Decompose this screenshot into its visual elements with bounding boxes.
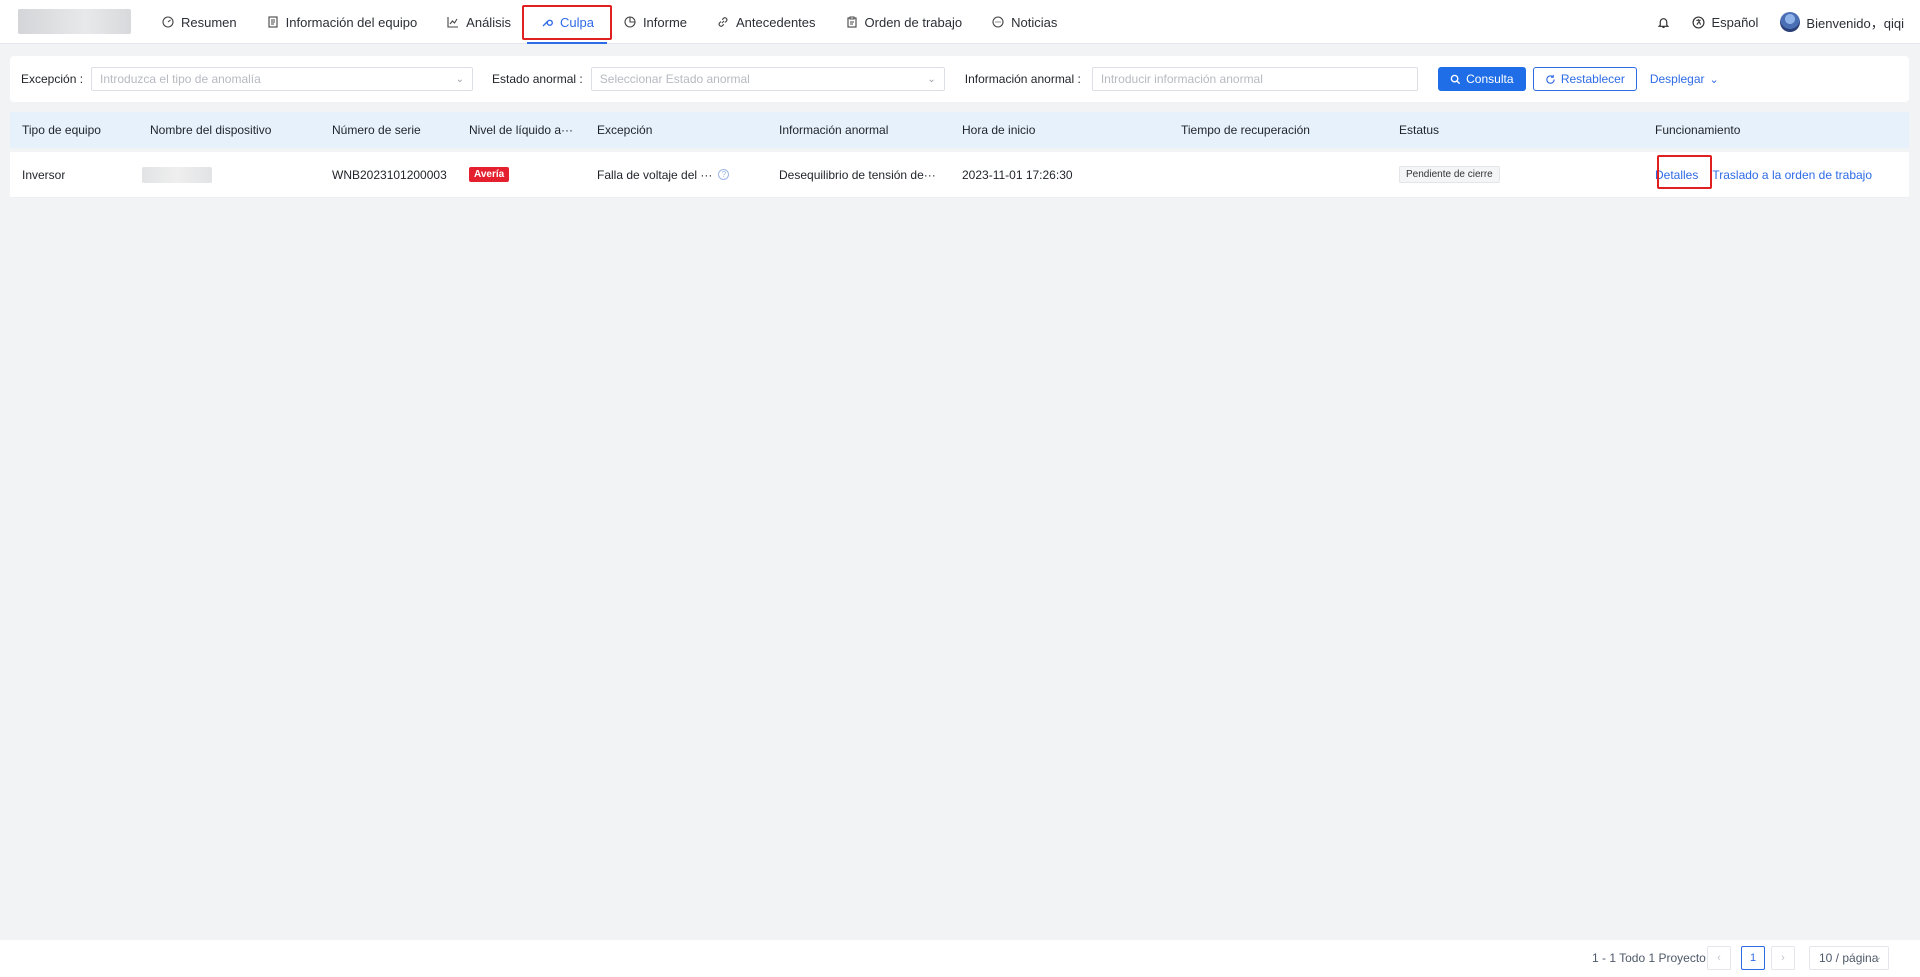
fault-level-badge: Avería [469,167,510,182]
state-select[interactable]: Seleccionar Estado anormal ⌄ [590,67,945,91]
chevron-down-icon: ⌄ [927,74,936,85]
table-header: Tipo de equipo Nombre del dispositivo Nú… [10,112,1909,148]
transfer-to-work-order-link[interactable]: Traslado a la orden de trabajo [1712,168,1872,182]
refresh-icon [1546,74,1555,84]
state-filter-label: Estado anormal : [492,72,583,86]
exception-filter-label: Excepción : [21,72,84,86]
bell-icon [1658,17,1670,28]
clipboard-icon [845,15,859,29]
document-icon [266,15,280,29]
language-label: Español [1711,14,1759,30]
chevron-down-icon: ⌄ [1873,952,1882,963]
header-serial-number[interactable]: Número de serie [332,112,421,148]
top-navigation-bar: Resumen Información del equipo Análisis … [0,0,1920,44]
reset-button[interactable]: Restablecer [1532,67,1637,91]
chevron-down-icon: ⌄ [1709,73,1719,86]
query-button[interactable]: Consulta [1437,67,1526,91]
page-size-select[interactable]: 10 / página ⌄ [1809,946,1889,970]
highlight-box [521,5,612,40]
language-icon [1692,15,1705,29]
filter-bar: Excepción : Introduzca el tipo de anomal… [10,56,1909,102]
message-icon [991,15,1005,29]
expand-button-label: Desplegar [1649,72,1705,86]
pagination-total: 1 - 1 Todo 1 Proyecto [1592,951,1706,965]
header-abnormal-info[interactable]: Información anormal [779,112,888,148]
header-start-time[interactable]: Hora de inicio [962,112,1035,148]
nav-item-noticias[interactable]: Noticias [978,0,1070,44]
page-size-label: 10 / página [1819,951,1879,965]
avatar [1780,12,1801,32]
pie-chart-icon [623,15,637,29]
cell-level: Avería [469,152,510,197]
chevron-left-icon: ‹ [1717,952,1721,964]
chevron-right-icon: › [1781,952,1785,964]
nav-item-orden-trabajo[interactable]: Orden de trabajo [832,0,976,44]
top-right-actions: Español Bienvenido，qiqi [1657,0,1904,44]
language-selector[interactable]: Español [1692,15,1758,30]
header-device-name[interactable]: Nombre del dispositivo [150,112,271,148]
nav-item-label: Antecedentes [736,14,816,30]
table-row[interactable]: Inversor WNB2023101200003 Avería Falla d… [10,152,1909,198]
info-input[interactable]: Introducir información anormal [1091,67,1418,91]
line-chart-icon [446,15,460,29]
cell-abnormal-info: Desequilibrio de tensión de··· [779,167,936,182]
nav-item-culpa[interactable]: Culpa [521,0,612,44]
header-operation: Funcionamiento [1655,123,1741,137]
chevron-down-icon: ⌄ [455,74,465,85]
header-level[interactable]: Nivel de líquido a··· [469,112,581,148]
nav-item-label: Informe [642,14,688,30]
info-filter-label: Información anormal : [964,72,1081,86]
link-icon [716,15,730,29]
cell-serial-number: WNB2023101200003 [332,167,447,182]
cell-device-name [142,152,212,197]
exception-text: Falla de voltaje del ··· [597,167,713,182]
nav-item-informe[interactable]: Informe [610,0,700,44]
nav-item-resumen[interactable]: Resumen [148,0,250,44]
nav-item-label: Análisis [466,14,511,30]
status-badge: Pendiente de cierre [1399,166,1500,183]
dashboard-icon [161,15,175,29]
header-equipment-type[interactable]: Tipo de equipo [22,112,101,148]
nav-item-analisis[interactable]: Análisis [433,0,524,44]
redacted-device-name [142,166,212,183]
nav-item-label: Noticias [1011,14,1058,30]
state-placeholder: Seleccionar Estado anormal [599,72,750,86]
page-button-current[interactable]: 1 [1741,946,1765,970]
nav-item-informacion-equipo[interactable]: Información del equipo [253,0,431,44]
header-status[interactable]: Estatus [1399,112,1439,148]
expand-button[interactable]: Desplegar ⌄ [1650,67,1719,91]
query-button-label: Consulta [1466,72,1514,86]
fault-table: Tipo de equipo Nombre del dispositivo Nú… [10,112,1909,198]
search-icon [1450,74,1461,84]
welcome-text: Bienvenido，qiqi [1806,15,1904,31]
cell-start-time: 2023-11-01 17:26:30 [962,167,1073,182]
question-icon[interactable]: ? [718,169,730,180]
nav-item-label: Resumen [181,14,237,30]
main-nav: Resumen Información del equipo Análisis … [148,0,1073,44]
app-logo[interactable] [18,9,131,34]
header-exception[interactable]: Excepción [597,112,652,148]
prev-page-button[interactable]: ‹ [1707,946,1731,970]
nav-item-label: Información del equipo [285,14,418,30]
info-placeholder: Introducir información anormal [1100,72,1263,86]
user-menu[interactable]: Bienvenido，qiqi [1780,12,1904,32]
exception-placeholder: Introduzca el tipo de anomalía [100,72,261,86]
cell-operation: Detalles Traslado a la orden de trabajo [1655,152,1872,197]
cell-status: Pendiente de cierre [1399,152,1500,197]
next-page-button[interactable]: › [1771,946,1795,970]
cell-exception: Falla de voltaje del ··· ? [597,152,730,197]
nav-item-antecedentes[interactable]: Antecedentes [703,0,829,44]
notification-bell[interactable] [1657,16,1670,29]
header-recovery-time[interactable]: Tiempo de recuperación [1181,112,1310,148]
nav-item-label: Orden de trabajo [864,14,963,30]
exception-input[interactable]: Introduzca el tipo de anomalía ⌄ [91,67,474,91]
pagination-footer: 1 - 1 Todo 1 Proyecto ‹ 1 › 10 / página … [0,940,1920,977]
details-link[interactable]: Detalles [1655,168,1698,182]
reset-button-label: Restablecer [1560,72,1625,86]
cell-equipment-type: Inversor [22,167,66,182]
